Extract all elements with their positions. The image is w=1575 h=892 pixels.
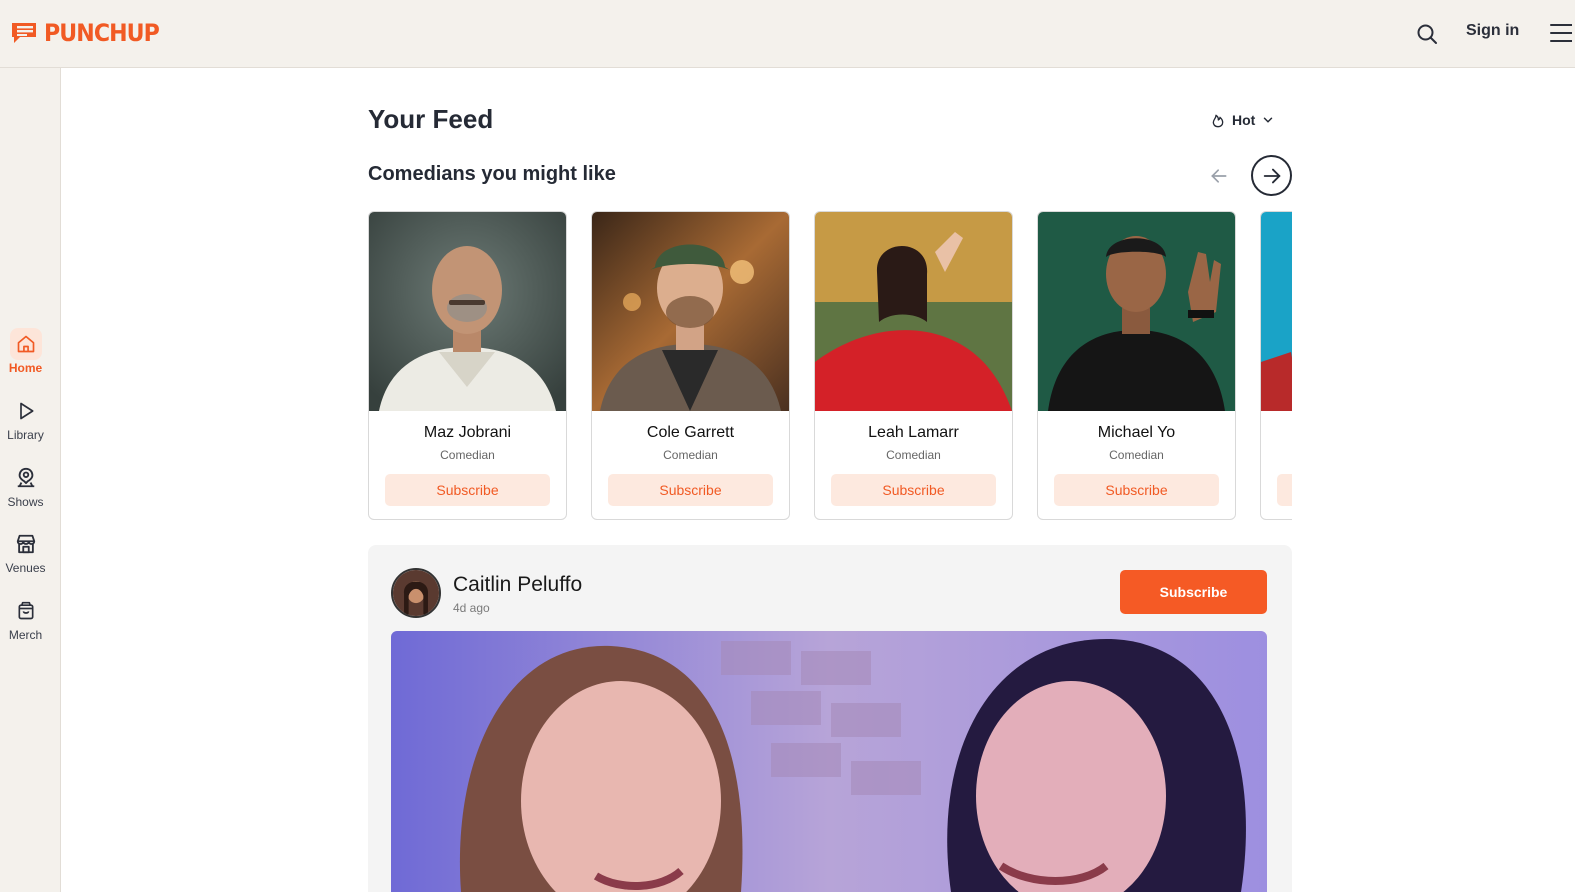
comedian-photo [592,212,789,411]
sidebar-item-home[interactable]: Home [0,328,51,375]
comedian-card[interactable]: Michael Yo Comedian Subscribe [1037,211,1236,520]
comedian-card[interactable]: Cole Garrett Comedian Subscribe [591,211,790,520]
sidebar-item-merch[interactable]: Merch [0,595,51,642]
comedian-photo [369,212,566,411]
post-video-thumbnail[interactable] [391,631,1267,892]
comedian-carousel: Maz Jobrani Comedian Subscribe Cole Garr… [368,211,1292,521]
feed-post: Caitlin Peluffo 4d ago Subscribe [368,545,1292,892]
comedian-name: Michael Yo [1097,424,1176,441]
sidebar: Home Library Shows Venues Merch [0,68,61,892]
chevron-down-icon [1264,117,1273,123]
subscribe-button[interactable]: Subscribe [831,474,996,506]
comedian-role: Comedian [440,448,495,462]
comedian-role: Comedian [1109,448,1164,462]
post-subscribe-button[interactable]: Subscribe [1120,570,1267,614]
sidebar-item-label: Venues [5,561,46,575]
author-avatar[interactable] [391,568,441,618]
home-icon [9,328,42,360]
sidebar-item-library[interactable]: Library [0,395,51,442]
search-icon [1417,24,1437,44]
search-button[interactable] [1413,20,1441,48]
map-pin-person-icon [10,462,42,494]
comedian-card-partial[interactable] [1260,211,1292,520]
comedian-photo [1261,212,1292,411]
sort-label: Hot [1232,112,1256,128]
comedian-name: Leah Lamarr [868,424,959,441]
hamburger-menu-icon [1550,24,1573,42]
brand-name: PUNCHUP [44,19,160,47]
comedian-photo [1038,212,1235,411]
menu-button[interactable] [1548,22,1573,44]
brand-logo[interactable]: PUNCHUP [10,18,169,48]
play-icon [10,395,42,427]
subscribe-button[interactable]: Subscribe [385,474,550,506]
sidebar-item-label: Shows [7,495,44,509]
carousel-prev-button[interactable] [1205,162,1233,190]
sidebar-item-label: Home [8,361,43,375]
sidebar-item-venues[interactable]: Venues [0,528,51,575]
comedian-role: Comedian [663,448,718,462]
subscribe-button[interactable]: Subscribe [1054,474,1219,506]
flame-icon [1212,114,1224,128]
sidebar-item-shows[interactable]: Shows [0,462,51,509]
comedian-name: Cole Garrett [646,424,735,441]
subscribe-button[interactable] [1277,474,1292,506]
comedian-card[interactable]: Leah Lamarr Comedian Subscribe [814,211,1013,520]
sidebar-item-label: Merch [8,628,43,642]
arrow-left-icon [1211,169,1227,183]
carousel-next-button[interactable] [1251,155,1292,196]
comedian-role: Comedian [886,448,941,462]
comedian-name: Maz Jobrani [423,424,512,441]
post-timestamp: 4d ago [453,601,490,615]
arrow-right-icon [1263,168,1281,183]
page-title: Your Feed [368,104,494,134]
speech-flag-logo-icon [12,23,36,43]
sort-dropdown[interactable]: Hot [1210,108,1275,132]
subscribe-button[interactable]: Subscribe [608,474,773,506]
shopping-bag-icon [10,595,42,627]
sign-in-link[interactable]: Sign in [1466,22,1519,40]
section-title: Comedians you might like [368,163,616,185]
post-author-name[interactable]: Caitlin Peluffo [453,573,582,597]
comedian-photo [815,212,1012,411]
top-header: PUNCHUP Sign in [0,0,1575,68]
sidebar-item-label: Library [7,428,44,442]
storefront-icon [10,528,42,560]
comedian-card[interactable]: Maz Jobrani Comedian Subscribe [368,211,567,520]
